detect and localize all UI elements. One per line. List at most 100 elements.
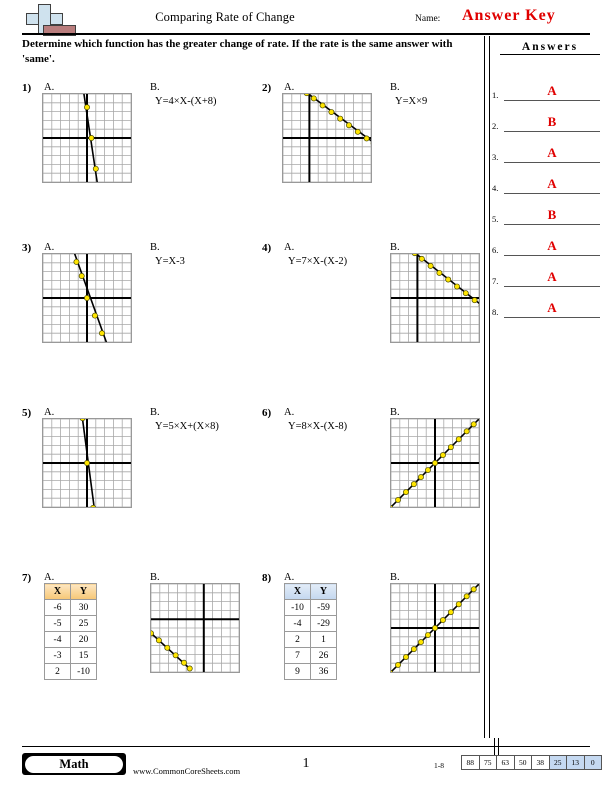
option-a-label: A.: [284, 242, 295, 253]
option-a-label: A.: [44, 407, 55, 418]
option-b-label: B.: [390, 572, 400, 583]
name-label: Name:: [415, 14, 441, 24]
option-a-graph: [42, 418, 132, 508]
page-title: Comparing Rate of Change: [155, 10, 295, 24]
table-cell: -59: [310, 599, 337, 616]
table-cell: 2: [284, 631, 311, 648]
answer-number: 2.: [492, 121, 499, 131]
option-a-label: A.: [284, 82, 295, 93]
table-cell: 9: [284, 663, 311, 680]
option-a-label: A.: [44, 82, 55, 93]
score-scale: 88 75 63 50 38 25 13 0: [461, 755, 602, 770]
scale-cell: 25: [549, 756, 567, 769]
option-a-label: A.: [284, 572, 295, 583]
scale-cell: 50: [514, 756, 532, 769]
option-b-label: B.: [150, 242, 160, 253]
problem-5: 5) A. B. Y=5×X+(X×8): [22, 407, 252, 557]
option-b-label: B.: [390, 82, 400, 93]
scale-cell: 88: [462, 756, 480, 769]
answer-number: 4.: [492, 183, 499, 193]
table-row: 9 36: [284, 663, 337, 680]
option-b-label: B.: [390, 242, 400, 253]
answer-value: A: [547, 176, 557, 191]
table-row: 7 26: [284, 647, 337, 664]
answer-key-stamp: Answer Key: [462, 7, 556, 24]
problem-number: 5): [22, 407, 32, 419]
answer-blank-line[interactable]: [504, 317, 600, 318]
problem-8: 8) A. B. X Y -10 -59 -4 -29 2 1 7 26 9 36: [262, 572, 492, 722]
option-b-label: B.: [150, 572, 160, 583]
problem-6: 6) A. B. Y=8×X-(X-8): [262, 407, 492, 557]
answer-value: A: [547, 269, 557, 284]
answers-heading: Answers: [500, 41, 600, 55]
option-a-graph: [42, 93, 132, 183]
option-b-equation: Y=X×9: [395, 96, 428, 107]
option-b-equation: Y=5×X+(X×8): [155, 421, 219, 432]
answer-number: 8.: [492, 307, 499, 317]
header-divider: [22, 33, 590, 35]
problem-7: 7) A. B. X Y -6 30 -5 25 -4 20 -3 15 2 -10: [22, 572, 252, 722]
answer-number: 6.: [492, 245, 499, 255]
problem-2: 2) A. B. Y=X×9: [262, 82, 492, 232]
answers-list: 1. A 2. B 3. A 4. A 5. B 6. A 7. A 8. A: [492, 70, 604, 318]
option-b-graph: [390, 583, 480, 673]
answer-row: 1. A: [492, 70, 604, 101]
table-cell: 36: [310, 663, 337, 680]
answer-row: 3. A: [492, 132, 604, 163]
option-a-graph: [282, 93, 372, 183]
problem-number: 2): [262, 82, 272, 94]
option-a-label: A.: [44, 242, 55, 253]
answer-row: 6. A: [492, 225, 604, 256]
table-cell: -6: [44, 599, 71, 616]
problem-3: 3) A. B. Y=X-3: [22, 242, 252, 392]
scale-cell: 38: [532, 756, 550, 769]
option-a-label: A.: [44, 572, 55, 583]
answer-row: 5. B: [492, 194, 604, 225]
problem-4: 4) A. B. Y=7×X-(X-2): [262, 242, 492, 392]
answer-row: 2. B: [492, 101, 604, 132]
table-header-cell: X: [44, 583, 71, 600]
table-cell: 2: [44, 663, 71, 680]
answer-number: 5.: [492, 214, 499, 224]
option-b-graph: [390, 253, 480, 343]
table-row: 2 -10: [44, 663, 97, 680]
option-b-graph: [150, 583, 240, 673]
answer-row: 7. A: [492, 256, 604, 287]
scale-cell: 63: [497, 756, 515, 769]
table-row: -3 15: [44, 647, 97, 664]
table-cell: 20: [70, 631, 97, 648]
option-b-label: B.: [390, 407, 400, 418]
option-a-equation: Y=8×X-(X-8): [288, 421, 348, 432]
table-cell: -4: [284, 615, 311, 632]
option-b-label: B.: [150, 407, 160, 418]
table-cell: -5: [44, 615, 71, 632]
scale-cell: 0: [584, 756, 601, 769]
scale-cell: 13: [567, 756, 585, 769]
scale-cell: 75: [479, 756, 497, 769]
option-a-graph: [42, 253, 132, 343]
option-a-equation: Y=7×X-(X-2): [288, 256, 348, 267]
table-cell: 15: [70, 647, 97, 664]
table-cell: 7: [284, 647, 311, 664]
instructions-text: Determine which function has the greater…: [22, 38, 453, 65]
table-cell: 1: [310, 631, 337, 648]
option-b-label: B.: [150, 82, 160, 93]
table-row: -6 30: [44, 599, 97, 616]
answer-value: A: [547, 238, 557, 253]
table-row: -4 -29: [284, 615, 337, 632]
problem-1: 1) A. B. Y=4×X-(X+8): [22, 82, 252, 232]
problem-number: 3): [22, 242, 32, 254]
table-cell: 26: [310, 647, 337, 664]
answer-value: A: [547, 300, 557, 315]
table-cell: -29: [310, 615, 337, 632]
answer-row: 8. A: [492, 287, 604, 318]
data-table: X Y -10 -59 -4 -29 2 1 7 26 9 36: [284, 583, 337, 680]
table-cell: -3: [44, 647, 71, 664]
problem-number: 6): [262, 407, 272, 419]
table-row: -10 -59: [284, 599, 337, 616]
scale-range-label: 1-8: [434, 761, 444, 770]
table-header-cell: Y: [310, 583, 337, 600]
answer-value: A: [547, 83, 557, 98]
table-cell: -10: [284, 599, 311, 616]
answer-number: 3.: [492, 152, 499, 162]
